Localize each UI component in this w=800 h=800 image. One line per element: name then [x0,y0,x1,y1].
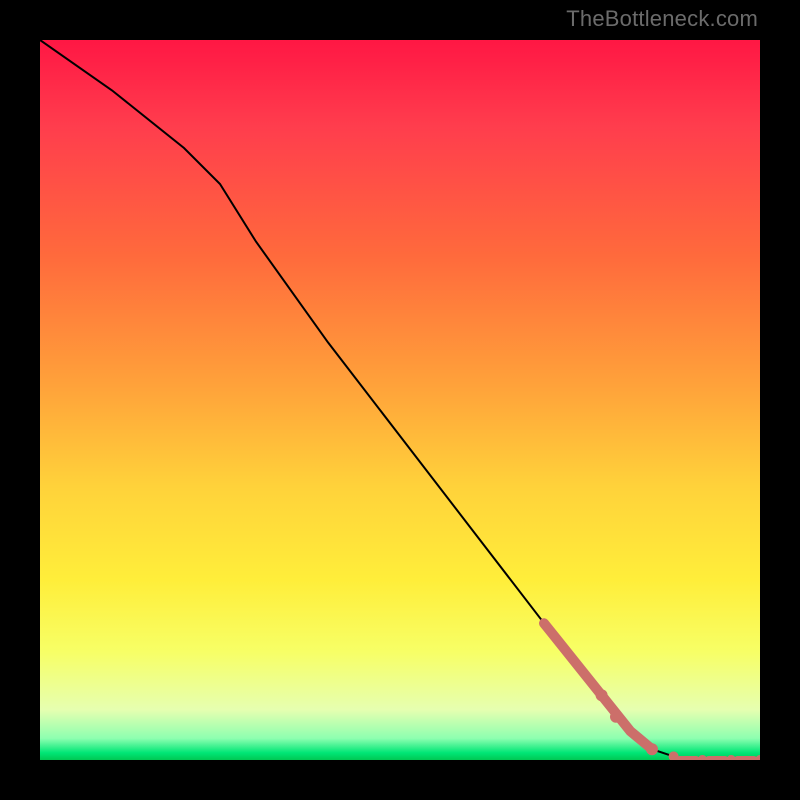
curve-layer [40,40,760,760]
main-line [40,40,760,760]
attribution-label: TheBottleneck.com [566,6,758,32]
highlight-dot [610,711,622,723]
highlight-segment [544,623,652,749]
highlight-dot [646,743,658,755]
highlight-dot [755,755,760,760]
plot-area [40,40,760,760]
highlight-dot [596,689,608,701]
chart-stage: TheBottleneck.com [0,0,800,800]
